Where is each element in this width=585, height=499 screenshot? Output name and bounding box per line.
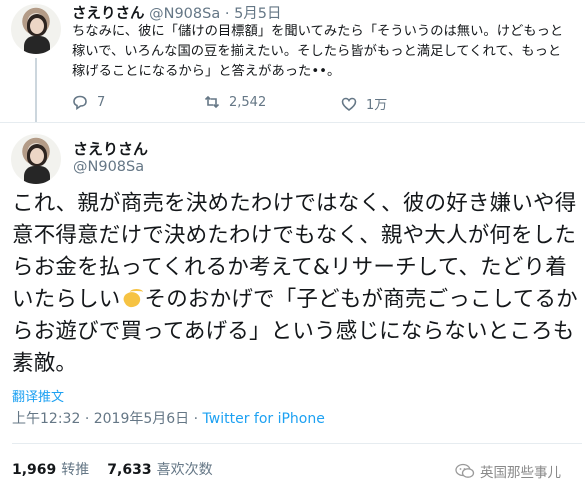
watermark-text: 英国那些事儿	[480, 465, 561, 481]
display-name[interactable]: さえりさん	[72, 6, 145, 22]
retweets-stat[interactable]: 1,969 转推	[12, 462, 89, 478]
tweet-text: ちなみに、彼に「儲けの目標額」を聞いてみたら「そういうのは無い。けどもっと稼いで…	[72, 24, 564, 79]
tweet-actions: 7 2,542 1万	[72, 94, 572, 113]
like-button[interactable]: 1万	[341, 94, 387, 113]
avatar[interactable]	[11, 134, 61, 184]
retweet-count: 2,542	[229, 94, 267, 110]
thread-connector-line	[35, 58, 37, 122]
likes-number: 7,633	[107, 462, 152, 478]
tweet-metadata: 上午12:32 · 2019年5月6日 · Twitter for iPhone	[12, 408, 325, 428]
reply-count: 7	[97, 94, 106, 110]
retweets-label: 转推	[61, 462, 90, 478]
user-handle[interactable]: @N908Sa	[73, 159, 144, 175]
display-name[interactable]: さえりさん	[73, 138, 148, 159]
divider	[0, 122, 585, 123]
divider	[12, 443, 582, 444]
wechat-icon	[455, 463, 475, 478]
retweets-number: 1,969	[12, 462, 57, 478]
user-handle[interactable]: @N908Sa	[149, 6, 220, 22]
separator-dot: ·	[84, 411, 90, 427]
separator-dot: ·	[224, 6, 230, 22]
main-tweet-text: これ、親が商売を決めたわけではなく、彼の好き嫌いや得意不得意だけで決めたわけでも…	[12, 188, 580, 380]
like-count: 1万	[366, 98, 388, 113]
retweet-icon	[204, 95, 220, 109]
likes-stat[interactable]: 7,633 喜欢次数	[107, 462, 212, 478]
watermark: 英国那些事儿	[455, 461, 561, 481]
reply-icon	[73, 95, 87, 110]
retweet-button[interactable]: 2,542	[204, 94, 266, 110]
tweet-source-link[interactable]: Twitter for iPhone	[203, 411, 325, 427]
avatar[interactable]	[11, 4, 61, 54]
separator-dot: ·	[193, 411, 199, 427]
tweet-date[interactable]: 5月5日	[234, 6, 281, 22]
likes-label: 喜欢次数	[156, 462, 213, 478]
tweet-header: さえりさん @N908Sa · 5月5日	[72, 2, 282, 23]
like-icon	[341, 97, 357, 111]
parent-tweet[interactable]: さえりさん @N908Sa · 5月5日 ちなみに、彼に「儲けの目標額」を聞いて…	[0, 0, 585, 122]
tweet-time[interactable]: 上午12:32	[12, 411, 80, 427]
translate-tweet-link[interactable]: 翻译推文	[12, 386, 64, 405]
clapping-hands-icon	[121, 288, 145, 310]
reply-button[interactable]: 7	[72, 94, 105, 110]
tweet-stats: 1,969 转推 7,633 喜欢次数	[12, 459, 213, 479]
tweet-date[interactable]: 2019年5月6日	[94, 411, 189, 427]
